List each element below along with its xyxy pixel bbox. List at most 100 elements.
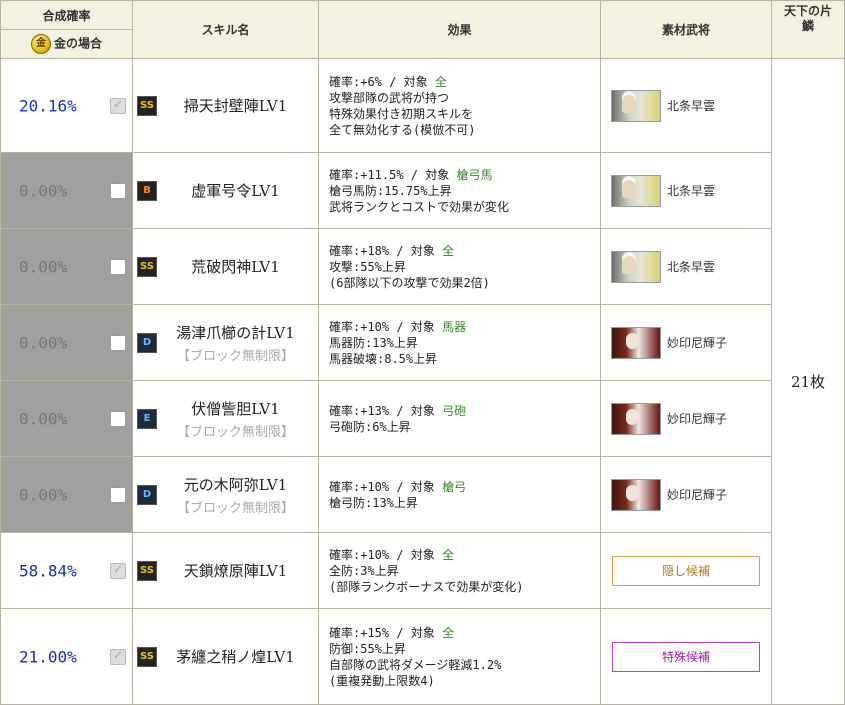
skill-synthesis-table: 合成確率 スキル名 効果 素材武将 天下の片鱗 金金の場合 20.16% SS 掃天…: [0, 0, 845, 705]
skill-note: 【ブロック無制限】: [176, 348, 294, 364]
effect-target-label: 対象: [410, 479, 435, 494]
material-cell: 北条早雲: [600, 152, 772, 229]
effect-cell: 確率:+6% / 対象 全攻撃部隊の武将が持つ 特殊効果付き初期スキルを 全て無効化…: [318, 58, 601, 153]
skill-cell: D 湯津爪櫛の計LV1 【ブロック無制限】: [132, 304, 319, 381]
material-general[interactable]: 北条早雲: [611, 174, 761, 207]
effect-header-label: 効果: [447, 23, 472, 37]
select-checkbox[interactable]: [110, 258, 126, 275]
effect-target: 全: [434, 74, 447, 89]
effect-target-label: 対象: [410, 319, 435, 334]
effect-line: 攻撃部隊の武将が持つ: [329, 90, 450, 105]
rate-cell: 0.00%: [0, 380, 133, 457]
effect-separator: /: [381, 74, 404, 89]
rate-value: 21.00%: [19, 647, 77, 666]
special-candidate-button[interactable]: 特殊候補: [612, 641, 760, 672]
rank-ss-icon: SS: [137, 95, 157, 116]
material-general[interactable]: 北条早雲: [611, 250, 761, 283]
select-checkbox[interactable]: [110, 334, 126, 351]
effect-line: 馬器防:13%上昇: [329, 335, 418, 350]
skill-cell: SS 荒破閃神LV1: [132, 228, 319, 305]
select-checkbox[interactable]: [110, 486, 126, 503]
material-cell: 特殊候補: [600, 608, 772, 705]
effect-summary: 確率:+18% / 対象 全: [329, 243, 590, 259]
material-general[interactable]: 妙印尼輝子: [611, 478, 761, 511]
rank-e-icon: E: [137, 408, 157, 429]
rate-header-label: 合成確率: [42, 8, 91, 23]
hidden-candidate-button[interactable]: 隠し候補: [612, 555, 760, 586]
skill-name: 天鎖燎原陣LV1: [183, 562, 288, 580]
material-cell: 妙印尼輝子: [600, 304, 772, 381]
fragment-count-value: 21枚: [790, 373, 826, 391]
rate-value: 0.00%: [19, 181, 68, 200]
material-general[interactable]: 妙印尼輝子: [611, 402, 761, 435]
rank-ss-icon: SS: [137, 560, 157, 581]
general-name: 北条早雲: [667, 260, 716, 274]
effect-summary: 確率:+10% / 対象 全: [329, 547, 590, 563]
effect-target-label: 対象: [425, 167, 450, 182]
table-row: 0.00% E 伏僧訾胆LV1 【ブロック無制限】 確率:+13% / 対象 弓砲 弓砲防…: [0, 380, 845, 457]
effect-cell: 確率:+13% / 対象 弓砲 弓砲防:6%上昇: [318, 380, 601, 457]
effect-separator: /: [389, 319, 411, 334]
skill-cell: B 虚軍号令LV1: [132, 152, 319, 229]
effect-summary: 確率:+13% / 対象 弓砲: [329, 403, 590, 419]
effect-header: 効果: [318, 0, 601, 59]
effect-line: 特殊効果付き初期スキルを: [329, 106, 474, 121]
rank-d-icon: D: [137, 332, 157, 353]
rate-value: 0.00%: [19, 257, 68, 276]
effect-rate: 確率:+15%: [329, 625, 390, 640]
effect-summary: 確率:+15% / 対象 全: [329, 625, 590, 641]
rank-d-icon: D: [137, 484, 157, 505]
effect-cell: 確率:+10% / 対象 馬器 馬器防:13%上昇 馬器破壊:8.5%上昇: [318, 304, 601, 381]
table-row: 0.00% D 湯津爪櫛の計LV1 【ブロック無制限】 確率:+10% / 対象 馬器馬…: [0, 304, 845, 381]
rate-value: 20.16%: [19, 96, 77, 115]
effect-target-label: 対象: [410, 243, 435, 258]
effect-separator: /: [389, 547, 411, 562]
effect-separator: /: [403, 167, 426, 182]
effect-separator: /: [389, 243, 411, 258]
rate-value: 58.84%: [19, 561, 77, 580]
skill-name: 荒破閃神LV1: [191, 258, 280, 276]
table-row: 0.00% SS 荒破閃神LV1 確率:+18% / 対象 全攻撃:55%上昇 (6部隊…: [0, 228, 845, 305]
gold-coin-icon: 金: [30, 34, 51, 54]
skill-note: 【ブロック無制限】: [176, 500, 294, 516]
select-checkbox: [110, 562, 126, 579]
count-header-label: 天下の片鱗: [783, 4, 832, 33]
skill-cell: SS 掃天封壁陣LV1: [132, 58, 319, 153]
effect-summary: 確率:+11.5% / 対象 槍弓馬: [329, 167, 590, 183]
general-portrait: [611, 402, 661, 435]
effect-separator: /: [389, 479, 411, 494]
effect-line: 全て無効化する(模倣不可): [329, 122, 476, 137]
material-cell: 北条早雲: [600, 228, 772, 305]
rate-cell: 0.00%: [0, 304, 133, 381]
general-portrait: [611, 250, 661, 283]
material-general[interactable]: 北条早雲: [611, 89, 761, 122]
select-checkbox[interactable]: [110, 410, 126, 427]
general-portrait: [611, 89, 661, 122]
skill-cell: E 伏僧訾胆LV1 【ブロック無制限】: [132, 380, 319, 457]
rank-ss-icon: SS: [137, 646, 157, 667]
effect-cell: 確率:+10% / 対象 槍弓 槍弓防:13%上昇: [318, 456, 601, 533]
material-general[interactable]: 妙印尼輝子: [611, 326, 761, 359]
general-name: 妙印尼輝子: [667, 488, 728, 502]
rate-value: 0.00%: [19, 409, 68, 428]
gold-case-label: 金の場合: [53, 36, 102, 51]
skill-cell: D 元の木阿弥LV1 【ブロック無制限】: [132, 456, 319, 533]
skill-name: 茅纏之稍ノ煌LV1: [176, 648, 295, 666]
general-name: 北条早雲: [667, 99, 716, 113]
general-portrait: [611, 326, 661, 359]
select-checkbox[interactable]: [110, 182, 126, 199]
material-header: 素材武将: [600, 0, 772, 59]
rate-cell: 21.00%: [0, 608, 133, 705]
rate-value: 0.00%: [19, 485, 68, 504]
effect-cell: 確率:+18% / 対象 全攻撃:55%上昇 (6部隊以下の攻撃で効果2倍): [318, 228, 601, 305]
effect-target: 槍弓: [442, 479, 467, 494]
rate-cell: 0.00%: [0, 456, 133, 533]
skill-name: 元の木阿弥LV1: [183, 475, 288, 494]
effect-rate: 確率:+10%: [329, 319, 390, 334]
rate-cell: 58.84%: [0, 532, 133, 609]
effect-line: 全防:3%上昇: [329, 563, 399, 578]
rank-ss-icon: SS: [137, 256, 157, 277]
effect-line: 攻撃:55%上昇: [329, 259, 406, 274]
effect-line: 弓砲防:6%上昇: [329, 419, 411, 434]
effect-summary: 確率:+6% / 対象 全: [329, 74, 590, 90]
